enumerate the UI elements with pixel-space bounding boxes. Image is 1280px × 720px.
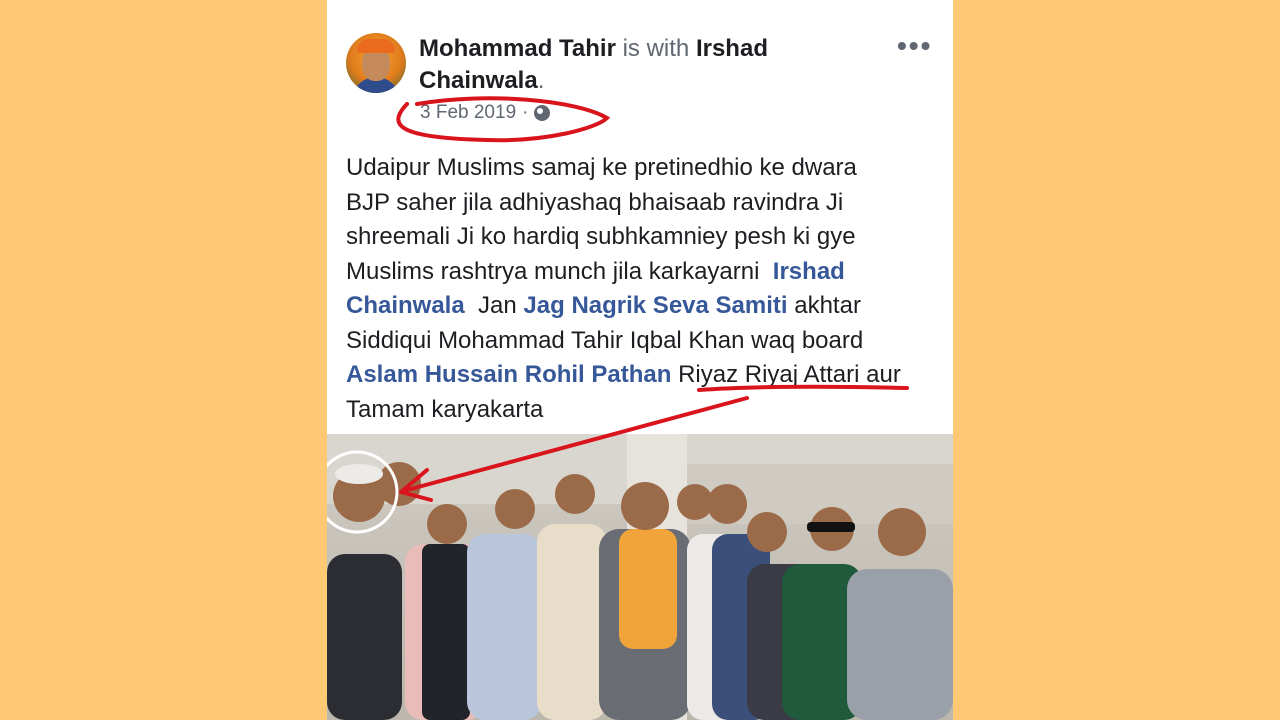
text-line: Siddiqui Mohammad Tahir Iqbal Khan waq b… bbox=[346, 326, 864, 354]
text-line: Tamam karyakarta bbox=[346, 395, 544, 423]
white-cap bbox=[335, 464, 383, 484]
author-name[interactable]: Mohammad Tahir bbox=[419, 35, 616, 62]
tagged-person-name-line2[interactable]: Chainwala bbox=[419, 67, 538, 94]
tag-irshad[interactable]: Irshad bbox=[773, 258, 845, 285]
date-separator: · bbox=[522, 102, 529, 123]
text-fragment: Riyaz Riyaj Attari aur bbox=[678, 361, 901, 388]
text-line: BJP saher jila adhiyashaq bhaisaab ravin… bbox=[346, 188, 844, 216]
header-period: . bbox=[537, 67, 545, 94]
facebook-post-card: Mohammad Tahir is with Irshad Chainwala.… bbox=[327, 0, 953, 720]
post-header: Mohammad Tahir is with Irshad Chainwala. bbox=[419, 33, 889, 97]
text-line: Udaipur Muslims samaj ke pretinedhio ke … bbox=[346, 154, 857, 181]
with-text: is with bbox=[622, 35, 690, 62]
people-group bbox=[327, 524, 953, 720]
avatar-cap bbox=[357, 39, 395, 53]
tag-aslam[interactable]: Aslam Hussain Rohil Pathan bbox=[346, 361, 671, 388]
text-line: Muslims rashtrya munch jila karkayarni bbox=[346, 257, 760, 285]
globe-icon bbox=[534, 105, 551, 121]
text-fragment: Jan bbox=[478, 292, 517, 319]
post-date[interactable]: 3 Feb 2019 bbox=[420, 102, 516, 124]
author-avatar[interactable] bbox=[346, 33, 406, 93]
text-line: shreemali Ji ko hardiq subhkamniey pesh … bbox=[346, 223, 856, 250]
text-fragment: akhtar bbox=[794, 292, 861, 319]
post-meta: 3 Feb 2019 · bbox=[420, 102, 551, 124]
more-options-button[interactable]: ••• bbox=[897, 30, 932, 62]
sunglasses bbox=[807, 522, 855, 532]
tagged-person-name[interactable]: Irshad bbox=[696, 35, 768, 62]
tag-samiti[interactable]: Jag Nagrik Seva Samiti bbox=[523, 292, 787, 319]
post-photo[interactable] bbox=[327, 434, 953, 720]
tag-chainwala[interactable]: Chainwala bbox=[346, 292, 465, 319]
group-photo-illustration bbox=[327, 434, 953, 720]
post-text: Udaipur Muslims samaj ke pretinedhio ke … bbox=[346, 151, 946, 427]
